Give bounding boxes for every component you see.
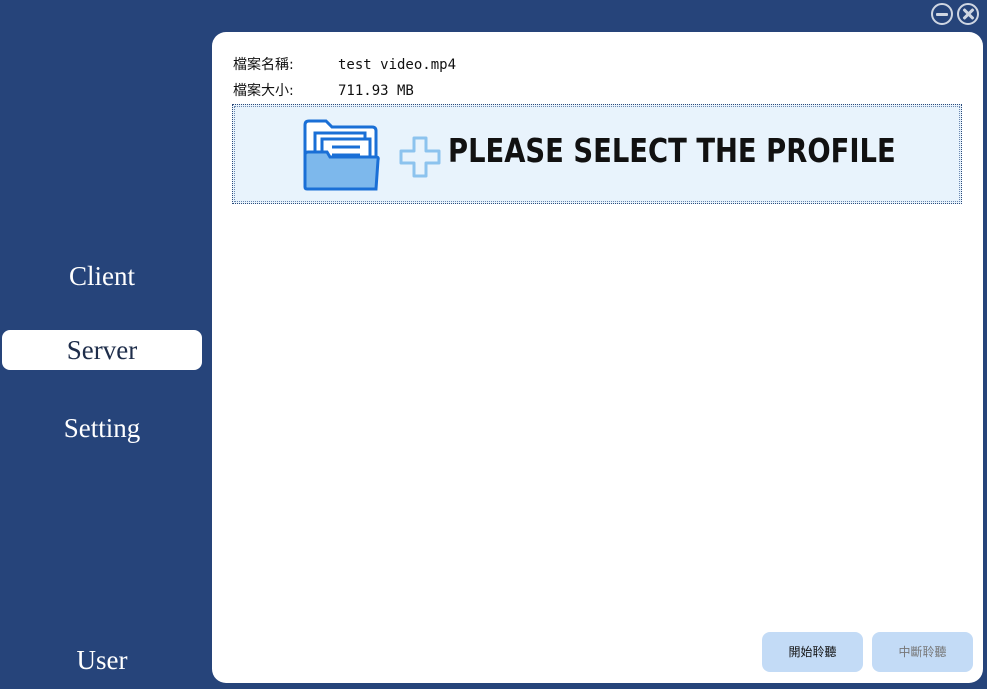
file-name-value: test video.mp4 <box>338 57 457 73</box>
file-name-label: 檔案名稱: <box>233 57 294 73</box>
minimize-icon[interactable] <box>931 3 953 25</box>
sidebar-item-server[interactable]: Server <box>2 330 202 370</box>
dropzone-prompt: PLEASE SELECT THE PROFILE <box>448 131 896 170</box>
sidebar: Client Server Setting User <box>0 0 208 689</box>
start-listening-button[interactable]: 開始聆聽 <box>762 632 863 672</box>
main-panel: 檔案名稱: test video.mp4 檔案大小: 711.93 MB PLEAS… <box>212 32 983 683</box>
file-size-row: 檔案大小: 711.93 MB <box>233 80 414 100</box>
sidebar-item-client[interactable]: Client <box>2 256 202 296</box>
file-size-value: 711.93 MB <box>338 83 414 99</box>
window-controls <box>931 3 979 25</box>
open-folder-icon <box>303 119 380 191</box>
stop-listening-button[interactable]: 中斷聆聽 <box>872 632 973 672</box>
file-size-label: 檔案大小: <box>233 83 294 99</box>
profile-dropzone[interactable]: PLEASE SELECT THE PROFILE <box>232 104 962 204</box>
close-icon[interactable] <box>957 3 979 25</box>
plus-icon <box>399 136 441 178</box>
sidebar-item-setting[interactable]: Setting <box>2 408 202 448</box>
file-name-row: 檔案名稱: test video.mp4 <box>233 54 456 74</box>
app-window: Client Server Setting User 檔案名稱: test vid… <box>0 0 987 689</box>
sidebar-item-user[interactable]: User <box>2 640 202 680</box>
